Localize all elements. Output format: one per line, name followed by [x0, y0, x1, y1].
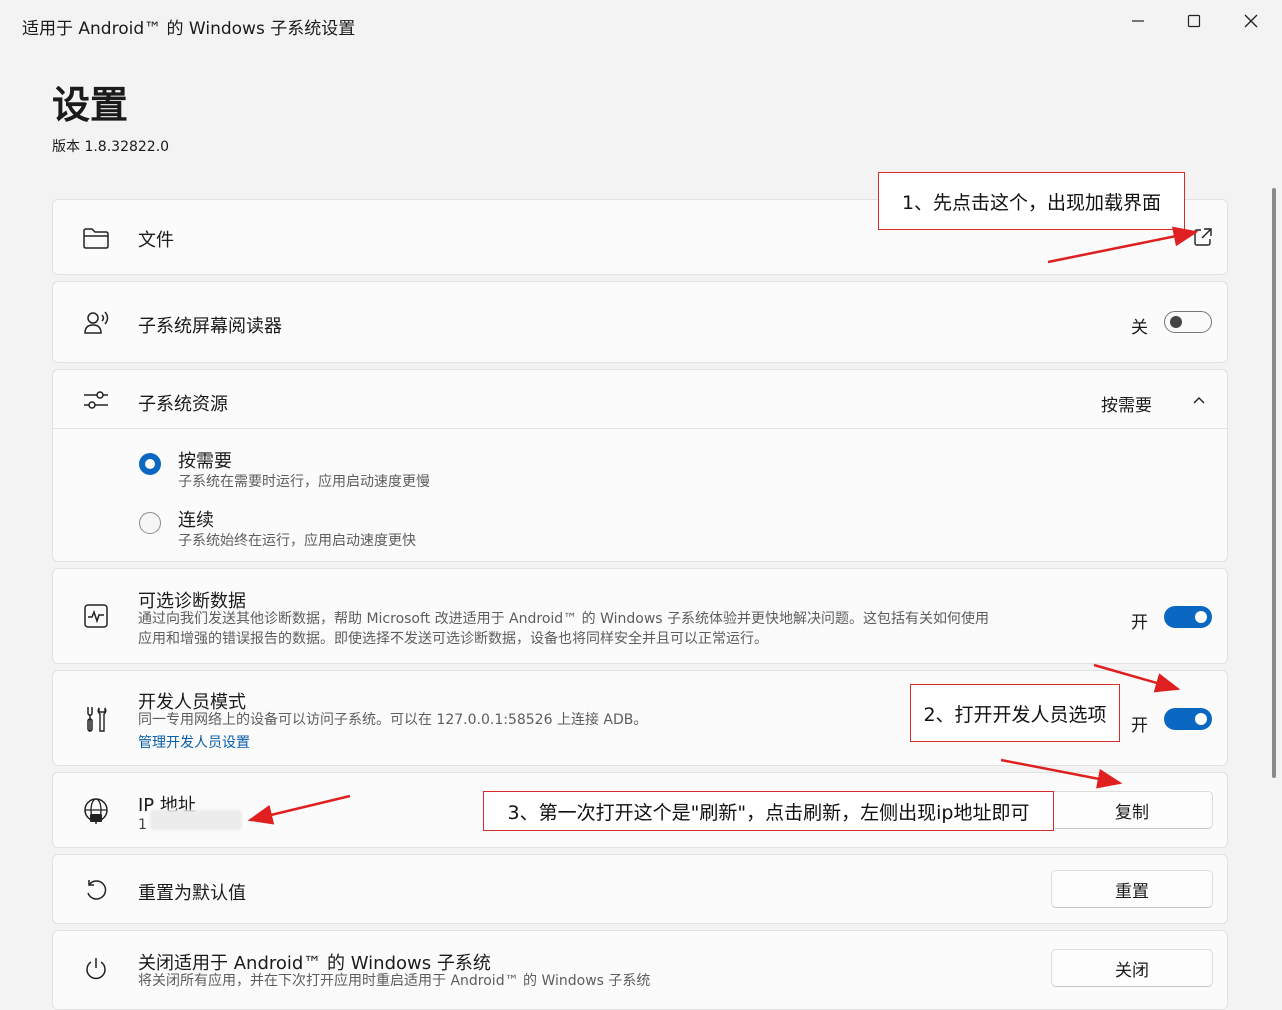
screen-reader-state: 关: [1131, 318, 1148, 338]
developer-toggle[interactable]: [1164, 708, 1212, 730]
shutdown-button[interactable]: 关闭: [1051, 949, 1213, 987]
divider: [53, 428, 1227, 429]
window-title: 适用于 Android™ 的 Windows 子系统设置: [22, 19, 356, 39]
radio-on-demand[interactable]: [139, 453, 161, 475]
screen-reader-icon: [81, 308, 111, 338]
diagnostics-card: 可选诊断数据 通过向我们发送其他诊断数据，帮助 Microsoft 改进适用于 …: [52, 568, 1228, 664]
tools-icon: [81, 704, 111, 734]
copy-button[interactable]: 复制: [1051, 791, 1213, 829]
screen-reader-toggle[interactable]: [1164, 311, 1212, 333]
radio-continuous-description: 子系统始终在运行，应用启动速度更快: [178, 533, 416, 549]
pulse-icon: [81, 601, 111, 631]
developer-state: 开: [1131, 716, 1148, 736]
annotation-step2: 2、打开开发人员选项: [910, 684, 1120, 742]
resources-card: 子系统资源 按需要 按需要 子系统在需要时运行，应用启动速度更慢 连续 子系统始…: [52, 369, 1228, 562]
shutdown-card: 关闭适用于 Android™ 的 Windows 子系统 将关闭所有应用，并在下…: [52, 930, 1228, 1010]
maximize-icon: [1187, 14, 1201, 28]
sliders-icon: [81, 385, 111, 415]
manage-developer-settings-link[interactable]: 管理开发人员设置: [138, 732, 250, 752]
reset-icon: [81, 875, 111, 905]
resources-label: 子系统资源: [138, 394, 228, 415]
screen-reader-label: 子系统屏幕阅读器: [138, 316, 282, 337]
minimize-button[interactable]: [1120, 10, 1156, 32]
annotation-step1: 1、先点击这个，出现加载界面: [878, 172, 1185, 230]
title-bar: 适用于 Android™ 的 Windows 子系统设置: [0, 0, 1282, 50]
redacted-ip: [150, 810, 242, 830]
folder-icon: [81, 223, 111, 253]
close-button[interactable]: [1233, 10, 1269, 32]
radio-continuous-label: 连续: [178, 510, 214, 531]
minimize-icon: [1132, 20, 1144, 22]
resources-value[interactable]: 按需要: [1101, 391, 1152, 416]
developer-description: 同一专用网络上的设备可以访问子系统。可以在 127.0.0.1:58526 上连…: [138, 712, 648, 728]
reset-label: 重置为默认值: [138, 883, 246, 904]
shutdown-description: 将关闭所有应用，并在下次打开应用时重启适用于 Android™ 的 Window…: [138, 973, 651, 989]
diagnostics-description-2: 应用和增强的错误报告的数据。即使选择不发送可选诊断数据，设备也将同样安全并且可以…: [138, 631, 768, 647]
scrollbar[interactable]: [1272, 188, 1276, 778]
radio-continuous[interactable]: [139, 512, 161, 534]
maximize-button[interactable]: [1176, 10, 1212, 32]
diagnostics-state: 开: [1131, 613, 1148, 633]
globe-icon: [81, 796, 111, 826]
screen-reader-card: 子系统屏幕阅读器 关: [52, 281, 1228, 363]
files-label: 文件: [138, 230, 174, 251]
radio-on-demand-description: 子系统在需要时运行，应用启动速度更慢: [178, 474, 430, 490]
ip-value: 1: [138, 817, 147, 833]
open-external-icon[interactable]: [1193, 227, 1213, 251]
reset-button[interactable]: 重置: [1051, 870, 1213, 908]
power-icon: [81, 954, 111, 984]
diagnostics-description-1: 通过向我们发送其他诊断数据，帮助 Microsoft 改进适用于 Android…: [138, 611, 990, 627]
diagnostics-toggle[interactable]: [1164, 606, 1212, 628]
version-label: 版本 1.8.32822.0: [52, 139, 170, 155]
close-icon: [1244, 14, 1258, 28]
annotation-step3: 3、第一次打开这个是"刷新"，点击刷新，左侧出现ip地址即可: [483, 791, 1054, 831]
reset-card: 重置为默认值 重置: [52, 854, 1228, 924]
radio-on-demand-label: 按需要: [178, 451, 232, 472]
page-title: 设置: [52, 83, 129, 127]
chevron-up-icon[interactable]: [1191, 392, 1207, 412]
